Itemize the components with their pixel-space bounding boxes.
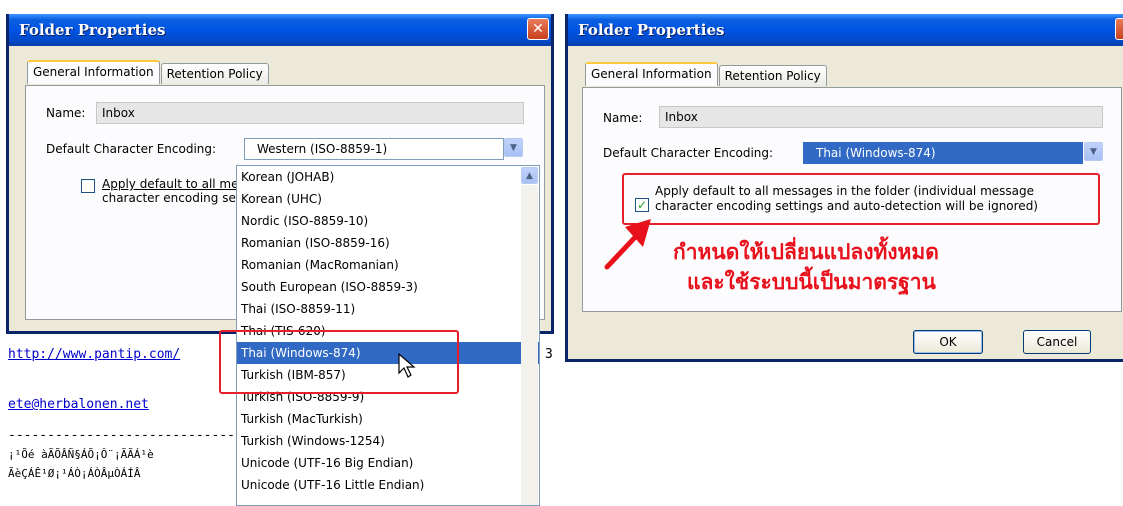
encoding-option[interactable]: Unicode (UTF-16 Little Endian) <box>237 474 539 496</box>
left-dialog-titlebar: Folder Properties ✕ <box>9 14 551 46</box>
encoding-option[interactable]: Turkish (MacTurkish) <box>237 408 539 430</box>
encoding-option[interactable]: Nordic (ISO-8859-10) <box>237 210 539 232</box>
encoding-option[interactable]: Romanian (ISO-8859-16) <box>237 232 539 254</box>
right-chevron-down-icon[interactable]: ▼ <box>1084 142 1103 161</box>
mouse-cursor-icon <box>398 353 416 378</box>
right-folder-properties-dialog: Folder Properties General Information Re… <box>565 14 1123 362</box>
left-apply-text-1: Apply default to all me <box>102 177 239 191</box>
left-name-label: Name: <box>46 106 86 120</box>
right-tab-retention-policy[interactable]: Retention Policy <box>718 65 827 86</box>
right-highlight-box <box>622 173 1100 225</box>
left-tab-retention-policy[interactable]: Retention Policy <box>160 63 269 84</box>
encoding-option[interactable]: Unicode (UTF-16 Big Endian) <box>237 452 539 474</box>
annotation-line-1: กำหนดให้เปลี่ยนแปลงทั้งหมด <box>673 240 939 264</box>
right-tab-strip: General Information Retention Policy <box>585 62 828 86</box>
cancel-button[interactable]: Cancel <box>1023 330 1091 354</box>
right-close-icon[interactable] <box>1115 18 1123 40</box>
right-name-field: Inbox <box>659 106 1103 128</box>
right-dialog-title: Folder Properties <box>578 21 725 39</box>
background-garbled-text-1: ¡¹Õé àÃÕÂÑ§ÁÕ¡Ô¨¡ÃÃÁ¹è <box>8 448 154 461</box>
encoding-option[interactable]: Korean (JOHAB) <box>237 166 539 188</box>
encoding-option[interactable]: Romanian (MacRomanian) <box>237 254 539 276</box>
left-apply-default-checkbox[interactable] <box>81 179 95 193</box>
left-name-field: Inbox <box>96 102 524 124</box>
right-encoding-label: Default Character Encoding: <box>603 146 774 160</box>
right-tab-general-information[interactable]: General Information <box>585 62 718 86</box>
background-dashes: --------------------------------- <box>8 428 267 443</box>
left-highlight-box <box>219 330 459 394</box>
left-chevron-down-icon[interactable]: ▼ <box>504 138 523 157</box>
annotation-line-2: และใช้ระบบนี้เป็นมาตรฐาน <box>687 270 936 294</box>
red-arrow-icon <box>604 219 651 270</box>
background-garbled-text-2: ÃèÇÁÊ¹Ø¡¹ÁÒ¡ÁÒÂµÒÁÍÂ <box>8 467 141 480</box>
encoding-option[interactable]: Thai (ISO-8859-11) <box>237 298 539 320</box>
encoding-option[interactable]: South European (ISO-8859-3) <box>237 276 539 298</box>
encoding-option[interactable]: Turkish (Windows-1254) <box>237 430 539 452</box>
right-tab-panel: Name: Inbox Default Character Encoding: … <box>582 87 1122 354</box>
right-dialog-titlebar: Folder Properties <box>568 14 1123 46</box>
background-url-tail: 3 <box>545 347 553 362</box>
scroll-up-icon[interactable]: ▲ <box>521 167 538 184</box>
right-encoding-select[interactable]: Thai (Windows-874) <box>803 142 1083 164</box>
left-encoding-label: Default Character Encoding: <box>46 142 217 156</box>
left-tab-strip: General Information Retention Policy <box>27 60 270 84</box>
list-scroll-track[interactable] <box>521 185 538 505</box>
background-email-link[interactable]: ete@herbalonen.net <box>8 397 149 412</box>
left-dialog-title: Folder Properties <box>19 21 166 39</box>
ok-button[interactable]: OK <box>913 330 983 354</box>
left-tab-general-information[interactable]: General Information <box>27 60 160 84</box>
left-close-icon[interactable]: ✕ <box>527 18 549 40</box>
right-name-label: Name: <box>603 111 643 125</box>
encoding-option[interactable]: Korean (UHC) <box>237 188 539 210</box>
left-apply-text-2: character encoding se <box>102 191 236 205</box>
left-encoding-select[interactable]: Western (ISO-8859-1) <box>244 138 504 160</box>
background-url-link[interactable]: http://www.pantip.com/ <box>8 347 180 362</box>
